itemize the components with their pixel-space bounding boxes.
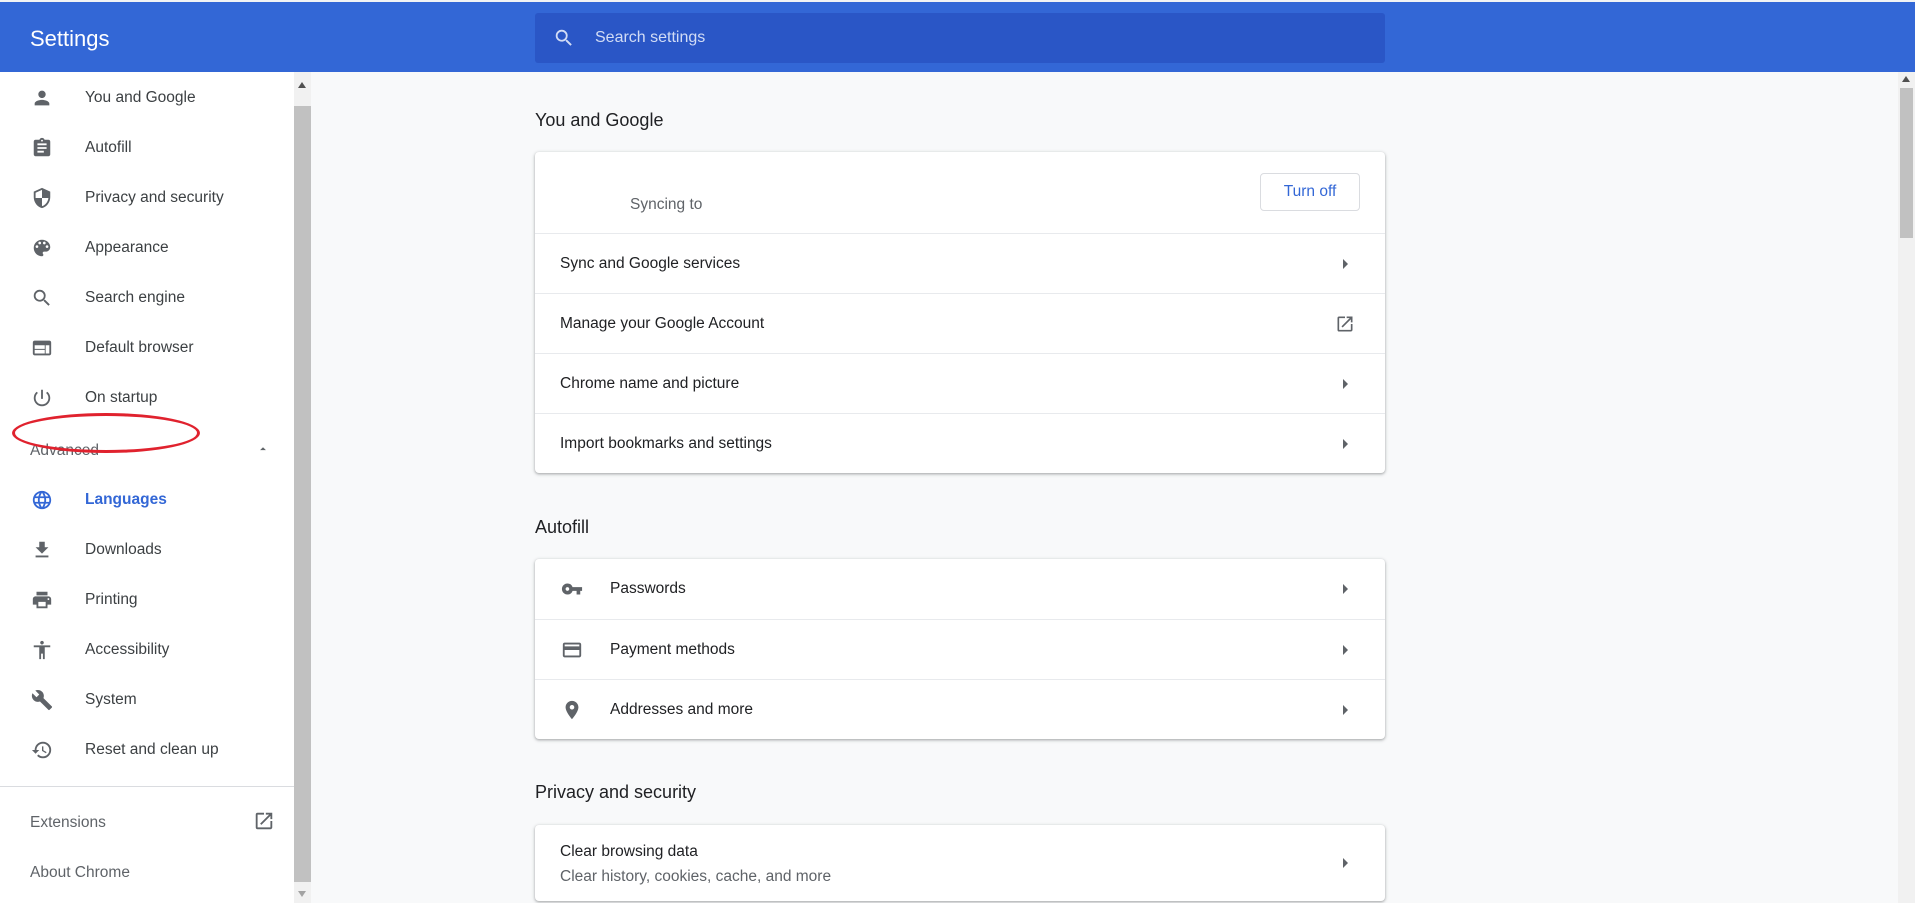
row-manage-google-account[interactable]: Manage your Google Account	[535, 293, 1385, 353]
you-and-google-card: Syncing to Turn off Sync and Google serv…	[535, 152, 1385, 473]
top-bar: Settings Search settings	[0, 0, 1915, 72]
row-addresses[interactable]: Addresses and more	[535, 679, 1385, 739]
sidebar-item-label: Accessibility	[85, 641, 170, 658]
sidebar-item-about-chrome[interactable]: About Chrome	[30, 853, 275, 893]
highlight-annotation-ring	[12, 413, 200, 453]
section-title-you-and-google: You and Google	[535, 110, 664, 130]
sidebar-item-autofill[interactable]: Autofill	[0, 123, 294, 173]
row-sync-and-google-services[interactable]: Sync and Google services	[535, 233, 1385, 293]
sidebar-divider	[0, 786, 294, 787]
arrow-right-icon	[1335, 374, 1355, 394]
person-icon	[30, 86, 54, 110]
sidebar-item-label: About Chrome	[30, 864, 130, 881]
sidebar-item-label: Autofill	[85, 139, 132, 156]
search-icon	[30, 286, 54, 310]
sidebar-item-printing[interactable]: Printing	[0, 575, 294, 625]
row-payment-methods[interactable]: Payment methods	[535, 619, 1385, 679]
sidebar-scrollbar-thumb[interactable]	[294, 106, 311, 882]
row-label: Addresses and more	[610, 700, 754, 718]
sidebar-item-label: Search engine	[85, 289, 185, 306]
sidebar-item-default-browser[interactable]: Default browser	[0, 323, 294, 373]
globe-icon	[30, 488, 54, 512]
scroll-up-icon[interactable]	[1902, 76, 1910, 82]
sidebar: You and Google Autofill Privacy and secu…	[0, 72, 294, 903]
row-label: Passwords	[610, 580, 686, 597]
search-icon	[553, 27, 575, 49]
sidebar-item-downloads[interactable]: Downloads	[0, 525, 294, 575]
row-passwords[interactable]: Passwords	[535, 559, 1385, 619]
sidebar-item-reset[interactable]: Reset and clean up	[0, 725, 294, 775]
section-title-privacy: Privacy and security	[535, 782, 697, 802]
location-pin-icon	[560, 698, 584, 722]
browser-window-icon	[30, 336, 54, 360]
sidebar-scrollbar[interactable]	[294, 72, 311, 903]
search-input[interactable]: Search settings	[595, 29, 705, 47]
privacy-card: Clear browsing data Clear history, cooki…	[535, 825, 1385, 901]
key-icon	[560, 577, 584, 601]
sidebar-item-extensions[interactable]: Extensions	[30, 803, 275, 843]
arrow-right-icon	[1335, 640, 1355, 660]
sidebar-item-label: Default browser	[85, 339, 194, 356]
printer-icon	[30, 588, 54, 612]
sidebar-item-label: System	[85, 691, 137, 708]
row-label: Payment methods	[610, 640, 735, 658]
sidebar-item-system[interactable]: System	[0, 675, 294, 725]
sync-status: Syncing to	[630, 196, 703, 213]
scroll-up-icon[interactable]	[298, 82, 306, 88]
sidebar-item-label: Reset and clean up	[85, 741, 219, 758]
main-scrollbar[interactable]	[1898, 72, 1915, 903]
palette-icon	[30, 236, 54, 260]
open-in-new-icon	[253, 810, 275, 837]
main-scrollbar-thumb[interactable]	[1900, 88, 1913, 238]
row-label: Sync and Google services	[560, 254, 741, 272]
open-in-new-icon	[1335, 314, 1355, 334]
sidebar-item-label: Extensions	[30, 814, 106, 831]
row-label: Manage your Google Account	[560, 314, 765, 332]
credit-card-icon	[560, 638, 584, 662]
row-chrome-name-and-picture[interactable]: Chrome name and picture	[535, 353, 1385, 413]
search-box[interactable]: Search settings	[535, 13, 1385, 63]
sync-account-row: Syncing to Turn off	[535, 152, 1385, 233]
row-label: Clear browsing data	[560, 843, 698, 860]
row-label: Import bookmarks and settings	[560, 434, 772, 452]
arrow-right-icon	[1335, 579, 1355, 599]
sidebar-item-languages[interactable]: Languages	[0, 475, 294, 525]
sidebar-item-label: Appearance	[85, 239, 169, 256]
sidebar-item-privacy[interactable]: Privacy and security	[0, 173, 294, 223]
row-label: Chrome name and picture	[560, 374, 740, 392]
wrench-icon	[30, 688, 54, 712]
restore-icon	[30, 738, 54, 762]
sidebar-item-label: Downloads	[85, 541, 162, 558]
page-title: Settings	[30, 26, 110, 51]
sidebar-item-you-and-google[interactable]: You and Google	[0, 73, 294, 123]
section-title-autofill: Autofill	[535, 517, 590, 537]
row-clear-browsing-data[interactable]: Clear browsing data Clear history, cooki…	[535, 825, 1385, 901]
row-import-bookmarks[interactable]: Import bookmarks and settings	[535, 413, 1385, 473]
shield-icon	[30, 186, 54, 210]
autofill-card: Passwords Payment methods Addresses and …	[535, 559, 1385, 739]
sidebar-item-label: You and Google	[85, 89, 196, 106]
sidebar-item-label: On startup	[85, 389, 158, 406]
row-sublabel: Clear history, cookies, cache, and more	[560, 868, 832, 885]
arrow-right-icon	[1335, 700, 1355, 720]
power-icon	[30, 386, 54, 410]
chevron-up-icon	[256, 442, 270, 461]
clipboard-icon	[30, 136, 54, 160]
arrow-right-icon	[1335, 254, 1355, 274]
sidebar-item-label: Printing	[85, 591, 138, 608]
sidebar-item-appearance[interactable]: Appearance	[0, 223, 294, 273]
sidebar-item-accessibility[interactable]: Accessibility	[0, 625, 294, 675]
sidebar-item-label: Privacy and security	[85, 189, 224, 206]
download-icon	[30, 538, 54, 562]
arrow-right-icon	[1335, 434, 1355, 454]
turn-off-button[interactable]: Turn off	[1260, 173, 1360, 211]
sidebar-item-label: Languages	[85, 491, 167, 508]
sidebar-item-search-engine[interactable]: Search engine	[0, 273, 294, 323]
scroll-down-icon[interactable]	[298, 891, 306, 897]
accessibility-icon	[30, 638, 54, 662]
arrow-right-icon	[1335, 853, 1355, 873]
